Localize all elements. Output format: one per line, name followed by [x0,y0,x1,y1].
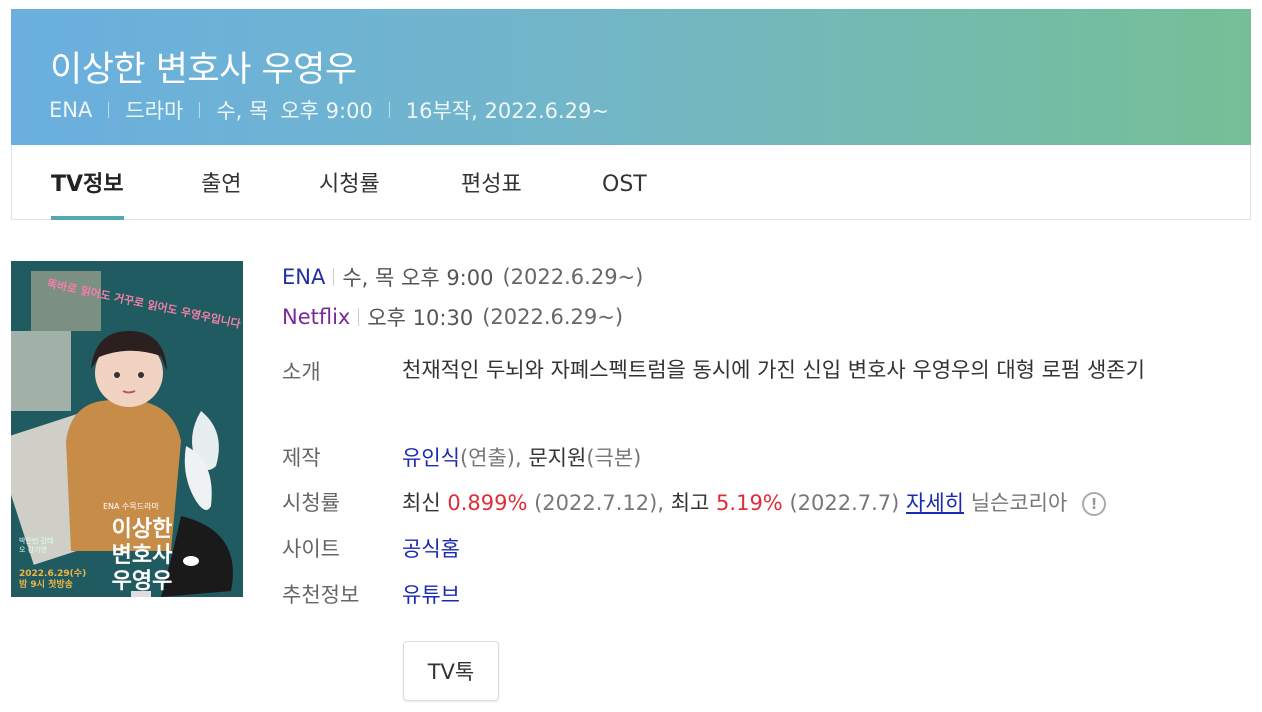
ratings-label: 시청률 [282,491,340,515]
poster-cast: 박은빈 강태오 강기영 [19,537,54,554]
poster-date-line: 밤 9시 첫방송 [19,580,73,590]
youtube-link[interactable]: 유튜브 [402,583,460,607]
broadcast-divider [333,268,335,286]
broadcast-row: ENA 수, 목 오후 9:00 (2022.6.29~) [282,262,643,292]
intro-text: 천재적인 두뇌와 자폐스펙트럼을 동시에 가진 신입 변호사 우영우의 대형 로… [402,358,1145,382]
poster-image[interactable]: 똑바로 읽어도 거꾸로 읽어도 우영우입니다 ENA 수목드라마 이상한 변호사… [11,261,243,597]
writer-name[interactable]: 문지원 [528,446,586,470]
tab-ost[interactable]: OST [602,145,647,219]
tab-bar: TV정보 출연 시청률 편성표 OST [11,145,1251,220]
best-label: 최고 [670,491,710,515]
meta-time: 오후 9:00 [280,99,373,123]
program-header: 이상한 변호사 우영우 ENA 드라마 수, 목 오후 9:00 16부작, 2… [11,9,1251,145]
latest-rating: 0.899% [447,491,528,515]
broadcast-row: Netflix 오후 10:30 (2022.6.29~) [282,302,623,332]
poster-title-line: 이상한 [111,517,173,542]
meta-episodes: 16부작, 2022.6.29~ [405,99,609,123]
site-value: 공식홈 [402,533,460,563]
production-label: 제작 [282,446,321,470]
broadcast-time: 오후 10:30 [367,306,474,330]
program-meta: ENA 드라마 수, 목 오후 9:00 16부작, 2022.6.29~ [49,95,609,125]
intro-label: 소개 [282,360,321,384]
director-link[interactable]: 유인식 [402,446,460,470]
recommend-label: 추천정보 [282,583,360,607]
broadcast-divider [358,308,360,326]
meta-genre: 드라마 [125,99,184,123]
latest-label: 최신 [402,491,441,515]
writer-role: (극본) [586,446,642,470]
poster-title-line: 우영우 [111,569,173,594]
broadcast-channel[interactable]: ENA [282,265,325,289]
tv-talk-button[interactable]: TV톡 [403,641,499,701]
poster-broadcaster: ENA 수목드라마 [103,502,159,511]
site-label: 사이트 [282,537,340,561]
latest-date: (2022.7.12), [534,491,665,515]
ratings-more-link[interactable]: 자세히 [906,491,964,515]
meta-divider [108,102,110,118]
best-rating: 5.19% [716,491,783,515]
broadcast-date: (2022.6.29~) [482,305,624,329]
meta-divider [199,102,201,118]
production-credits: 유인식(연출), 문지원(극본) [402,442,641,472]
tab-cast[interactable]: 출연 [201,145,241,219]
poster-title: 이상한 변호사 우영우 [97,517,187,595]
broadcast-channel[interactable]: Netflix [282,305,350,329]
recommend-value: 유튜브 [402,579,460,609]
tab-ratings[interactable]: 시청률 [319,145,380,219]
broadcast-time: 수, 목 오후 9:00 [342,266,494,290]
broadcast-date: (2022.6.29~) [502,265,644,289]
tab-tv-info[interactable]: TV정보 [51,145,124,220]
tab-schedule[interactable]: 편성표 [461,145,522,219]
ratings-values: 최신 0.899% (2022.7.12), 최고 5.19% (2022.7.… [402,487,1106,517]
ratings-source: 닐슨코리아 [970,491,1068,515]
program-title: 이상한 변호사 우영우 [50,50,357,90]
meta-channel: ENA [49,98,93,122]
best-date: (2022.7.7) [789,491,900,515]
official-site-link[interactable]: 공식홈 [402,537,460,561]
director-role: (연출), [459,446,522,470]
poster-date-line: 2022.6.29(수) [19,569,87,579]
poster-date: 2022.6.29(수) 밤 9시 첫방송 [19,569,99,591]
info-icon[interactable]: ! [1082,492,1106,516]
meta-divider [388,102,390,118]
meta-days: 수, 목 [216,99,269,123]
poster-title-line: 변호사 [111,543,173,568]
